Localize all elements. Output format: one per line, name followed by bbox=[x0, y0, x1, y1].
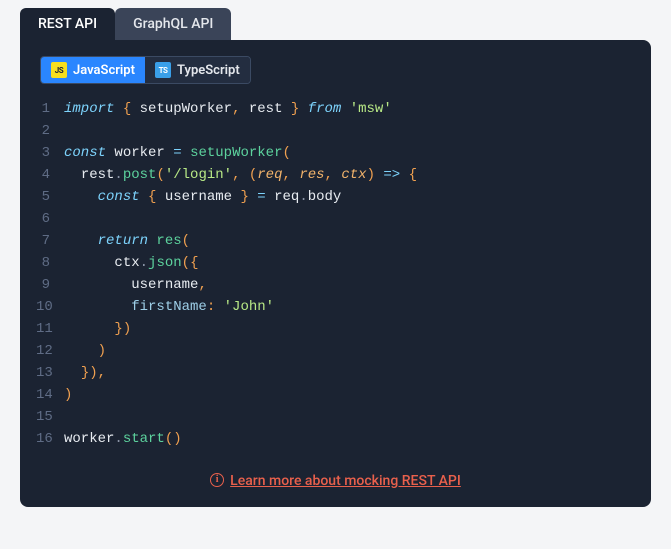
line-number: 9 bbox=[36, 274, 50, 296]
line-number: 13 bbox=[36, 362, 50, 384]
api-tabs: REST API GraphQL API bbox=[20, 8, 651, 40]
code-line: const worker = setupWorker( bbox=[64, 142, 635, 164]
code-line: return res( bbox=[64, 230, 635, 252]
line-number: 11 bbox=[36, 318, 50, 340]
code-block: 12345678910111213141516 import { setupWo… bbox=[32, 98, 639, 450]
code-line: username, bbox=[64, 274, 635, 296]
code-example-card: REST API GraphQL API JS JavaScript TS Ty… bbox=[20, 8, 651, 507]
js-badge-icon: JS bbox=[51, 62, 67, 78]
ts-badge-icon: TS bbox=[155, 62, 171, 78]
code-line bbox=[64, 208, 635, 230]
learn-more-link[interactable]: Learn more about mocking REST API bbox=[230, 473, 461, 489]
code-lines: import { setupWorker, rest } from 'msw' … bbox=[64, 98, 635, 450]
line-number: 2 bbox=[36, 120, 50, 142]
language-tabs: JS JavaScript TS TypeScript bbox=[40, 56, 251, 84]
line-number: 15 bbox=[36, 406, 50, 428]
line-number: 5 bbox=[36, 186, 50, 208]
line-number: 7 bbox=[36, 230, 50, 252]
line-number: 8 bbox=[36, 252, 50, 274]
line-number: 1 bbox=[36, 98, 50, 120]
footer-link-row: Learn more about mocking REST API bbox=[32, 470, 639, 489]
code-line: rest.post('/login', (req, res, ctx) => { bbox=[64, 164, 635, 186]
code-line: }), bbox=[64, 362, 635, 384]
line-number: 4 bbox=[36, 164, 50, 186]
code-line: firstName: 'John' bbox=[64, 296, 635, 318]
line-number: 12 bbox=[36, 340, 50, 362]
code-line: }) bbox=[64, 318, 635, 340]
lang-tab-typescript[interactable]: TS TypeScript bbox=[145, 57, 250, 83]
lang-tab-javascript[interactable]: JS JavaScript bbox=[41, 57, 145, 83]
line-number: 16 bbox=[36, 428, 50, 450]
tab-graphql-api[interactable]: GraphQL API bbox=[115, 8, 231, 40]
code-line: ctx.json({ bbox=[64, 252, 635, 274]
line-number: 14 bbox=[36, 384, 50, 406]
line-number: 10 bbox=[36, 296, 50, 318]
code-line: worker.start() bbox=[64, 428, 635, 450]
code-line: ) bbox=[64, 384, 635, 406]
lang-tab-label: TypeScript bbox=[177, 63, 240, 78]
code-panel: JS JavaScript TS TypeScript 123456789101… bbox=[20, 40, 651, 507]
lang-tab-label: JavaScript bbox=[73, 63, 135, 78]
line-number: 3 bbox=[36, 142, 50, 164]
info-icon bbox=[210, 473, 224, 487]
code-line bbox=[64, 120, 635, 142]
line-number-gutter: 12345678910111213141516 bbox=[36, 98, 64, 450]
code-line: ) bbox=[64, 340, 635, 362]
tab-rest-api[interactable]: REST API bbox=[20, 8, 115, 40]
code-line bbox=[64, 406, 635, 428]
code-line: const { username } = req.body bbox=[64, 186, 635, 208]
code-line: import { setupWorker, rest } from 'msw' bbox=[64, 98, 635, 120]
line-number: 6 bbox=[36, 208, 50, 230]
